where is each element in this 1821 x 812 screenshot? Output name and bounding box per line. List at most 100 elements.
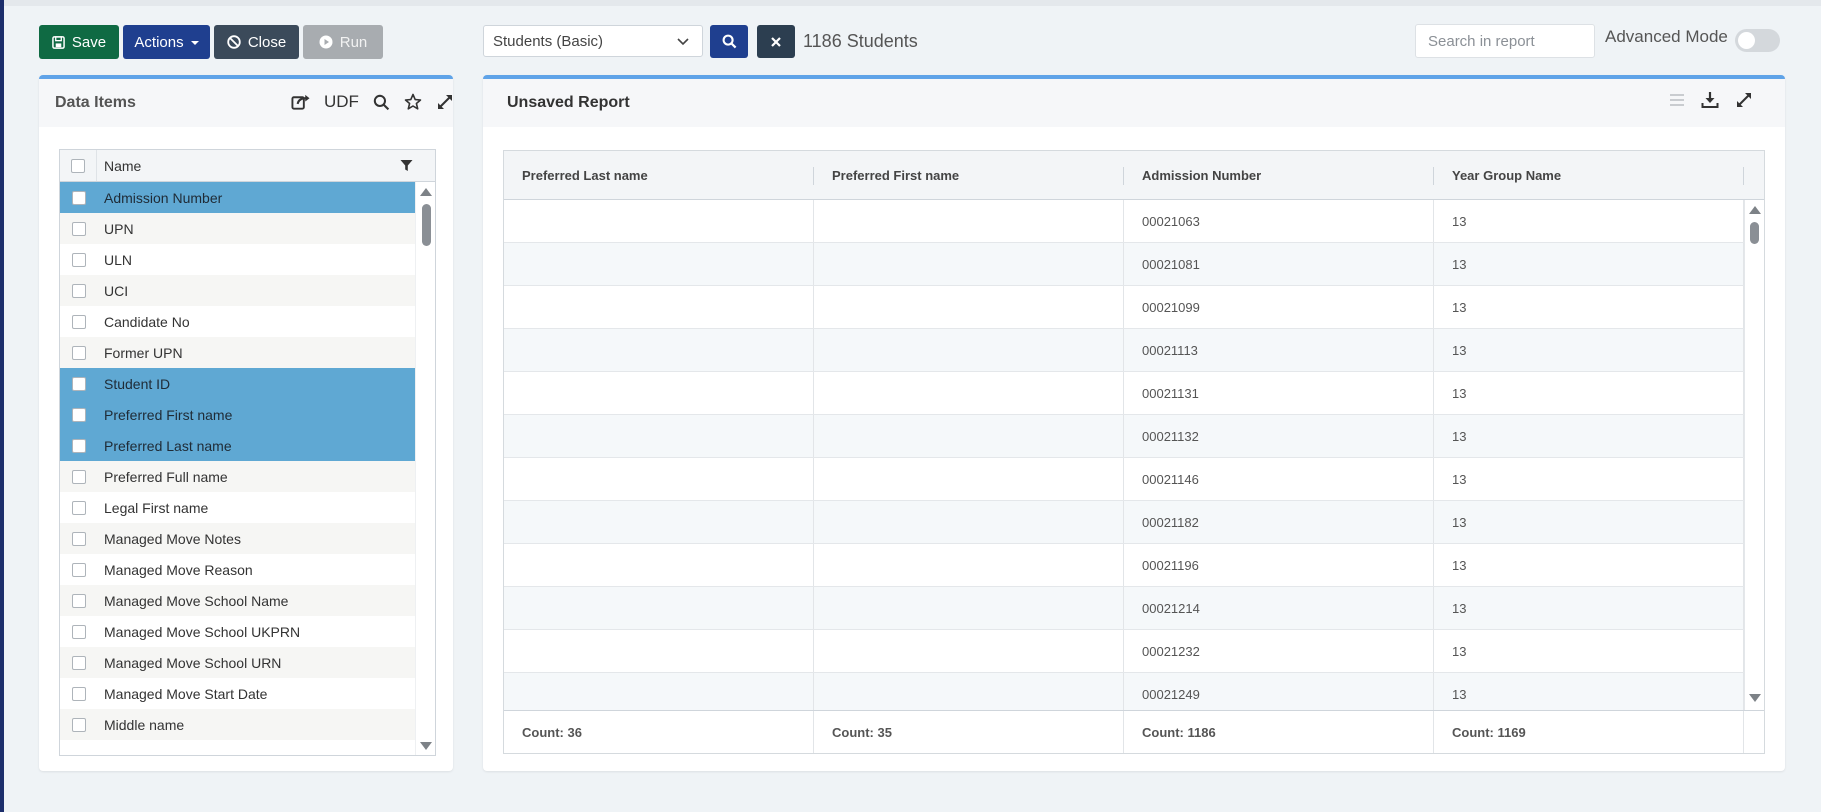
list-item[interactable]: Student ID xyxy=(60,368,415,399)
list-item[interactable]: Managed Move School URN xyxy=(60,647,415,678)
list-item[interactable]: Candidate No xyxy=(60,306,415,337)
list-item[interactable]: Middle name xyxy=(60,709,415,740)
scroll-up-icon[interactable] xyxy=(1749,206,1761,214)
table-cell: 00021063 xyxy=(1124,200,1434,242)
item-checkbox[interactable] xyxy=(71,221,86,236)
run-button-label: Run xyxy=(339,33,368,51)
list-item[interactable]: Managed Move School Name xyxy=(60,585,415,616)
list-item[interactable]: Managed Move School UKPRN xyxy=(60,616,415,647)
item-checkbox[interactable] xyxy=(71,624,86,639)
table-cell: 00021131 xyxy=(1124,372,1434,414)
expand-icon[interactable] xyxy=(1735,91,1753,109)
close-button[interactable]: Close xyxy=(214,25,299,59)
item-checkbox[interactable] xyxy=(71,531,86,546)
table-cell xyxy=(504,630,814,672)
list-item[interactable]: Managed Move Start Date xyxy=(60,678,415,709)
data-items-rows: Admission Number UPN ULN UCI Candidate No For… xyxy=(60,182,435,740)
report-grid-scrollbar[interactable] xyxy=(1744,200,1764,710)
download-icon[interactable] xyxy=(1701,91,1719,109)
report-search-input[interactable] xyxy=(1415,24,1595,58)
table-cell: 00021182 xyxy=(1124,501,1434,543)
list-item[interactable]: UPN xyxy=(60,213,415,244)
column-header[interactable]: Admission Number xyxy=(1124,151,1434,199)
checkbox-cell xyxy=(60,554,97,585)
table-row[interactable]: 00021131 13 xyxy=(504,372,1764,415)
item-checkbox[interactable] xyxy=(71,407,86,422)
report-title: Unsaved Report xyxy=(507,94,630,111)
table-row[interactable]: 00021214 13 xyxy=(504,587,1764,630)
table-row[interactable]: 00021113 13 xyxy=(504,329,1764,372)
table-cell xyxy=(814,587,1124,629)
item-label: Managed Move Reason xyxy=(104,561,253,578)
list-item[interactable]: ULN xyxy=(60,244,415,275)
list-item[interactable]: Managed Move Reason xyxy=(60,554,415,585)
list-item[interactable]: Former UPN xyxy=(60,337,415,368)
list-item[interactable]: Preferred Full name xyxy=(60,461,415,492)
scroll-down-icon[interactable] xyxy=(1749,694,1761,702)
item-checkbox[interactable] xyxy=(71,345,86,360)
select-all-checkbox[interactable] xyxy=(71,158,85,173)
item-checkbox[interactable] xyxy=(71,500,86,515)
expand-icon[interactable] xyxy=(436,93,454,111)
save-button[interactable]: Save xyxy=(39,25,119,59)
run-button[interactable]: Run xyxy=(303,25,383,59)
item-checkbox[interactable] xyxy=(71,562,86,577)
item-checkbox[interactable] xyxy=(71,438,86,453)
table-row[interactable]: 00021063 13 xyxy=(504,200,1764,243)
scroll-up-icon[interactable] xyxy=(420,188,432,196)
star-icon[interactable] xyxy=(404,93,422,111)
item-label: Legal First name xyxy=(104,499,209,516)
item-label: Student ID xyxy=(104,375,171,392)
item-checkbox[interactable] xyxy=(71,655,86,670)
column-header[interactable]: Preferred First name xyxy=(814,151,1124,199)
data-items-header: Data Items UDF xyxy=(39,79,453,127)
item-checkbox[interactable] xyxy=(71,593,86,608)
item-checkbox[interactable] xyxy=(71,314,86,329)
menu-icon[interactable] xyxy=(1669,92,1685,108)
table-row[interactable]: 00021132 13 xyxy=(504,415,1764,458)
item-checkbox[interactable] xyxy=(71,469,86,484)
list-item[interactable]: Preferred First name xyxy=(60,399,415,430)
export-icon[interactable] xyxy=(291,93,310,111)
table-cell: 13 xyxy=(1434,501,1744,543)
udf-button[interactable]: UDF xyxy=(324,92,359,112)
item-label: Candidate No xyxy=(104,313,190,330)
item-label: Middle name xyxy=(104,716,185,733)
item-checkbox[interactable] xyxy=(71,283,86,298)
column-header[interactable]: Preferred Last name xyxy=(504,151,814,199)
list-item[interactable]: Legal First name xyxy=(60,492,415,523)
item-checkbox[interactable] xyxy=(71,190,86,205)
search-students-button[interactable] xyxy=(710,25,748,58)
list-item[interactable]: Managed Move Notes xyxy=(60,523,415,554)
table-cell: 13 xyxy=(1434,372,1744,414)
item-checkbox[interactable] xyxy=(71,376,86,391)
actions-dropdown-button[interactable]: Actions xyxy=(123,25,210,59)
item-checkbox[interactable] xyxy=(71,717,86,732)
item-label: Managed Move School Name xyxy=(104,592,289,609)
filter-icon[interactable] xyxy=(400,159,413,172)
item-checkbox[interactable] xyxy=(71,686,86,701)
table-cell: 00021232 xyxy=(1124,630,1434,672)
item-checkbox[interactable] xyxy=(71,252,86,267)
scrollbar-thumb[interactable] xyxy=(422,204,431,246)
table-row[interactable]: 00021232 13 xyxy=(504,630,1764,673)
scroll-down-icon[interactable] xyxy=(420,742,432,750)
list-item[interactable]: Admission Number xyxy=(60,182,415,213)
list-item[interactable]: UCI xyxy=(60,275,415,306)
column-header[interactable]: Year Group Name xyxy=(1434,151,1744,199)
table-row[interactable]: 00021099 13 xyxy=(504,286,1764,329)
report-type-select[interactable]: Students (Basic) xyxy=(483,25,703,57)
table-row[interactable]: 00021196 13 xyxy=(504,544,1764,587)
search-icon[interactable] xyxy=(373,94,390,111)
item-label: Managed Move School UKPRN xyxy=(104,623,301,640)
list-item[interactable]: Preferred Last name xyxy=(60,430,415,461)
table-row[interactable]: 00021146 13 xyxy=(504,458,1764,501)
advanced-mode-toggle[interactable] xyxy=(1735,29,1780,52)
table-row[interactable]: 00021182 13 xyxy=(504,501,1764,544)
clear-filter-button[interactable] xyxy=(757,25,795,58)
table-cell xyxy=(814,501,1124,543)
scrollbar-thumb[interactable] xyxy=(1750,222,1759,244)
table-cell: 00021099 xyxy=(1124,286,1434,328)
data-items-scrollbar[interactable] xyxy=(415,182,435,755)
table-row[interactable]: 00021081 13 xyxy=(504,243,1764,286)
